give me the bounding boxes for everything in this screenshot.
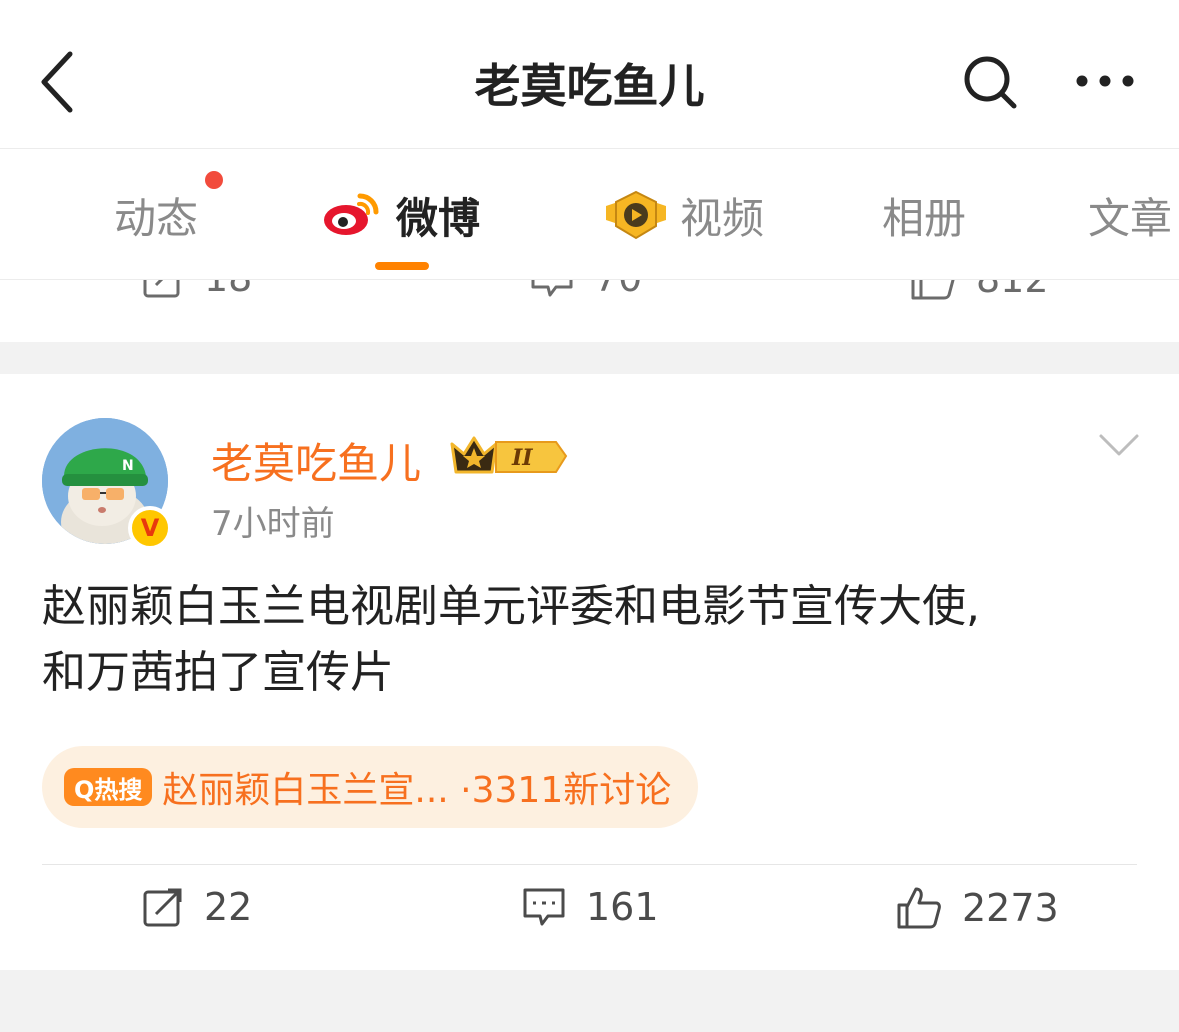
tab-label: 视频: [680, 193, 765, 243]
repost-icon: [143, 888, 182, 927]
search-button[interactable]: [958, 50, 1022, 114]
like-count: 812: [976, 280, 1049, 301]
repost-button[interactable]: 22: [142, 885, 252, 929]
repost-count: 18: [204, 280, 252, 300]
like-button[interactable]: 2273: [896, 885, 1059, 931]
active-tab-indicator: [375, 262, 429, 270]
thumbs-up-icon: [911, 280, 955, 300]
post-time: 7小时前: [211, 504, 335, 544]
post-username[interactable]: 老莫吃鱼儿: [211, 430, 421, 491]
post-text-line: 赵丽颖白玉兰电视剧单元评委和电影节宣传大使,: [42, 581, 980, 632]
hot-search-tag: Q热搜: [64, 768, 153, 806]
like-button[interactable]: 812: [910, 280, 1049, 302]
profile-tabs: 动态 微博 视频 相册 文章: [0, 149, 1179, 280]
comment-count: 70: [594, 280, 642, 300]
tab-video[interactable]: 视频: [604, 185, 764, 245]
repost-button[interactable]: 18: [142, 280, 252, 300]
tab-weibo[interactable]: 微博: [322, 185, 480, 245]
chevron-down-icon[interactable]: [1098, 430, 1140, 460]
post-text-line: 和万茜拍了宣传片: [42, 647, 394, 698]
more-button[interactable]: [1072, 56, 1138, 106]
comment-button[interactable]: 70: [530, 280, 642, 300]
svg-text:N: N: [122, 458, 134, 474]
tab-label: 动态: [114, 193, 199, 243]
post-text[interactable]: 赵丽颖白玉兰电视剧单元评委和电影节宣传大使, 和万茜拍了宣传片: [42, 574, 1132, 706]
tab-articles[interactable]: 文章: [1088, 185, 1172, 245]
comment-icon: [523, 888, 565, 926]
weibo-post-card[interactable]: N V 老莫吃鱼儿 II 7小时前 赵丽颖白玉兰电视剧单元评委和电影节宣传大使,…: [0, 374, 1179, 970]
comment-button[interactable]: 161: [522, 885, 659, 929]
like-count: 2273: [962, 886, 1059, 930]
feed-separator: [0, 970, 1179, 1032]
badge-level: II: [511, 445, 533, 471]
video-badge-icon: [606, 190, 666, 240]
feed-separator: [0, 342, 1179, 374]
hot-search-text: 赵丽颖白玉兰宣... ·3311新讨论: [162, 770, 672, 811]
weibo-logo-icon: [324, 193, 379, 235]
post-stats: 22 161 2273: [0, 865, 1179, 970]
verified-badge-icon: V: [128, 506, 172, 550]
comment-icon: [531, 280, 573, 297]
hot-search-topic[interactable]: Q热搜 赵丽颖白玉兰宣... ·3311新讨论: [42, 746, 698, 828]
more-horizontal-icon: [1076, 75, 1134, 87]
repost-count: 22: [204, 885, 253, 929]
tab-label: 微博: [396, 193, 481, 243]
tab-label: 文章: [1088, 193, 1173, 243]
member-crown-badge-icon[interactable]: II: [448, 432, 570, 478]
unread-dot: [205, 171, 223, 189]
tab-dynamics[interactable]: 动态: [114, 185, 198, 245]
tab-label: 相册: [882, 193, 967, 243]
search-icon: [964, 56, 1017, 109]
previous-post-stats: 18 70 812: [0, 280, 1179, 342]
top-bar: 老莫吃鱼儿: [0, 0, 1179, 149]
tab-album[interactable]: 相册: [882, 185, 966, 245]
repost-icon: [143, 280, 180, 298]
thumbs-up-icon: [897, 887, 941, 929]
comment-count: 161: [586, 885, 659, 929]
